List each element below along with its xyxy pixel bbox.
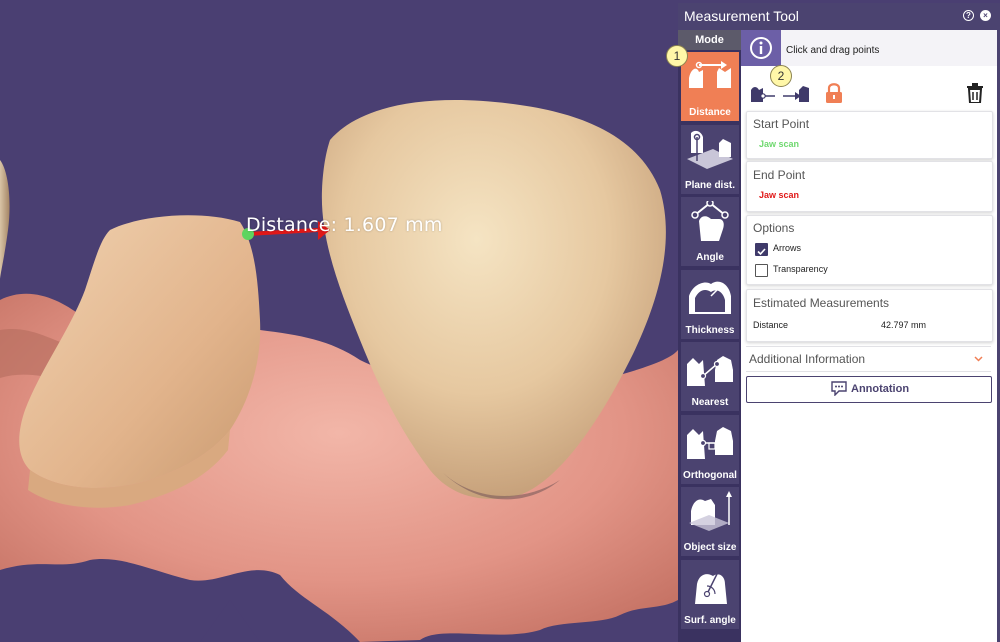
arrows-label: Arrows <box>773 243 802 253</box>
transparency-checkbox[interactable] <box>755 264 768 277</box>
mode-orthogonal-button[interactable]: Orthogonal <box>681 415 739 484</box>
mode-label: Nearest <box>691 397 729 408</box>
estimated-measurements-card: Estimated Measurements Distance 42.797 m… <box>746 289 993 342</box>
distance-row-label: Distance <box>753 320 789 330</box>
info-icon-box <box>741 30 781 66</box>
info-bar: Click and drag points <box>741 30 997 66</box>
mode-surface-angle-button[interactable]: Surf. angle <box>681 560 739 629</box>
measurement-panel: Click and drag points Start Point Jaw sc… <box>741 30 1000 642</box>
end-point-value: Jaw scan <box>759 190 800 200</box>
thickness-icon <box>689 281 731 314</box>
comment-icon <box>831 381 847 396</box>
object-size-icon <box>689 491 732 531</box>
close-icon[interactable]: × <box>980 10 991 21</box>
additional-information-toggle[interactable]: Additional Information <box>746 346 991 372</box>
plane-distance-icon <box>687 130 733 169</box>
distance-icon <box>689 61 731 88</box>
additional-information-label: Additional Information <box>749 352 866 366</box>
mode-panel: Mode Distance Plane dist. Angle Thicknes… <box>678 30 741 642</box>
mode-label: Angle <box>696 252 724 263</box>
info-icon <box>750 37 772 59</box>
check-icon <box>757 248 766 256</box>
mode-label: Plane dist. <box>684 180 735 191</box>
mode-object-size-button[interactable]: Object size <box>681 487 739 556</box>
start-point-card: Start Point Jaw scan <box>746 111 993 159</box>
annotation-label: Annotation <box>851 383 910 395</box>
callout-2: 2 <box>770 65 792 87</box>
annotation-button[interactable]: Annotation <box>746 376 992 403</box>
lock-icon[interactable] <box>825 82 843 104</box>
options-heading: Options <box>753 221 795 235</box>
mode-label: Orthogonal <box>683 470 737 481</box>
chevron-down-icon <box>974 356 983 362</box>
mode-plane-distance-button[interactable]: Plane dist. <box>681 125 739 194</box>
options-card: Options Arrows Transparency <box>746 215 993 285</box>
partial-tooth-left <box>0 160 10 280</box>
trash-icon[interactable] <box>966 83 984 103</box>
surface-angle-icon <box>695 569 727 604</box>
window-title: Measurement Tool <box>684 8 799 24</box>
mode-label: Surf. angle <box>684 615 736 626</box>
mode-angle-button[interactable]: Angle <box>681 197 739 266</box>
info-text: Click and drag points <box>786 45 880 56</box>
3d-viewport[interactable]: Distance: 1.607 mm <box>0 0 678 642</box>
estimated-heading: Estimated Measurements <box>753 296 890 310</box>
mode-heading: Mode <box>678 30 741 50</box>
start-point-heading: Start Point <box>753 117 810 131</box>
title-bar: Measurement Tool ? × <box>678 3 1000 30</box>
end-point-card: End Point Jaw scan <box>746 161 993 212</box>
callout-1: 1 <box>666 45 688 67</box>
mode-nearest-button[interactable]: Nearest <box>681 342 739 411</box>
scan-gap <box>200 600 260 642</box>
mode-label: Distance <box>689 107 731 118</box>
distance-row-value: 42.797 mm <box>881 320 927 330</box>
mode-label: Thickness <box>685 325 735 336</box>
end-point-heading: End Point <box>753 168 806 182</box>
start-point-value: Jaw scan <box>759 139 800 149</box>
arrows-checkbox[interactable] <box>755 243 768 256</box>
transparency-label: Transparency <box>773 264 828 274</box>
angle-icon <box>691 201 729 241</box>
dental-scan-render[interactable] <box>0 0 678 642</box>
distance-measurement-label: Distance: 1.607 mm <box>246 214 443 236</box>
orthogonal-icon <box>687 427 733 459</box>
mode-label: Object size <box>683 542 737 553</box>
nearest-icon <box>687 356 733 386</box>
mode-thickness-button[interactable]: Thickness <box>681 270 739 339</box>
mode-distance-button[interactable]: Distance <box>681 52 739 121</box>
question-icon[interactable]: ? <box>963 10 974 21</box>
